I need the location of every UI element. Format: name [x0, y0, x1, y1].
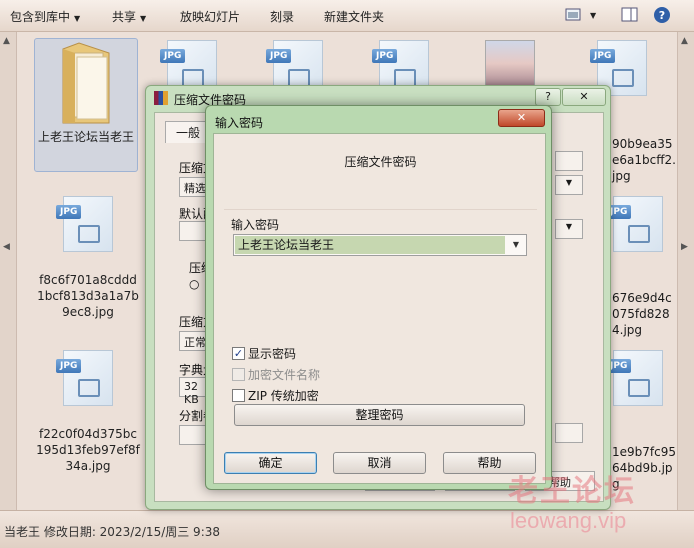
jpg-badge: JPG	[56, 359, 82, 373]
zip-legacy-encryption-checkbox[interactable]: ZIP 传统加密	[232, 387, 319, 404]
view-options-caret-icon[interactable]: ▼	[590, 11, 596, 20]
file-name: f8c6f701a8cddd1bcf813d3a1a7b9ec8.jpg	[37, 273, 139, 319]
jpg-file-icon: JPG	[56, 350, 113, 406]
set-password-button[interactable]	[555, 423, 583, 443]
jpg-file-icon: JPG	[606, 196, 663, 252]
watermark-url: leowang.vip	[510, 508, 627, 533]
radio-option-icon[interactable]: ○	[189, 277, 199, 291]
checkbox-icon[interactable]	[232, 368, 245, 381]
encrypt-file-names-label: 加密文件名称	[248, 368, 321, 382]
close-button[interactable]: ✕	[498, 109, 545, 127]
slideshow-button[interactable]: 放映幻灯片	[180, 8, 240, 25]
jpg-badge: JPG	[56, 205, 82, 219]
dialog-title: 输入密码	[215, 116, 264, 130]
left-scrollbar[interactable]: ▲ ◀	[0, 32, 17, 510]
checkbox-icon[interactable]	[232, 389, 245, 402]
chevron-down-icon[interactable]: ▼	[555, 175, 583, 195]
cancel-button[interactable]: 取消	[333, 452, 426, 474]
jpg-badge: JPG	[266, 49, 292, 63]
file-name: f22c0f04d375bc195d13feb97ef8f34a.jpg	[36, 427, 140, 473]
jpg-badge: JPG	[590, 49, 616, 63]
file-tile[interactable]: JPG f22c0f04d375bc195d13feb97ef8f34a.jpg	[36, 350, 140, 474]
zip-legacy-encryption-label: ZIP 传统加密	[248, 389, 319, 403]
chevron-down-icon[interactable]: ▼	[555, 219, 583, 239]
password-label: 输入密码	[231, 218, 280, 232]
explorer-toolbar: 包含到库中 ▼ 共享 ▼ 放映幻灯片 刻录 新建文件夹 ▼ ?	[0, 0, 694, 32]
chevron-down-icon: ▼	[140, 14, 147, 23]
status-text: 当老王 修改日期: 2023/2/15/周三 9:38	[4, 525, 221, 539]
winrar-logo-icon	[154, 91, 168, 105]
jpg-file-icon: JPG	[56, 196, 113, 252]
help-button[interactable]: ?	[535, 88, 561, 106]
dialog-heading: 压缩文件密码	[344, 155, 417, 169]
encrypt-file-names-checkbox[interactable]: 加密文件名称	[232, 366, 320, 383]
file-name-partial: 676e9d4c075fd8284.jpg	[612, 291, 672, 337]
show-password-checkbox[interactable]: ✓ 显示密码	[232, 345, 296, 362]
share-menu[interactable]: 共享 ▼	[112, 8, 146, 25]
watermark-text: 老王论坛	[508, 474, 636, 509]
checkbox-checked-icon[interactable]: ✓	[232, 347, 245, 360]
enter-password-dialog: 输入密码 ✕ 压缩文件密码 输入密码 上老王论坛当老王 ▼ ✓ 显示密码 加密文…	[205, 105, 552, 490]
svg-text:?: ?	[659, 9, 665, 22]
chevron-down-icon[interactable]: ▼	[507, 236, 525, 254]
file-name-partial: 90b9ea35e6a1bcff2.jpg	[612, 137, 676, 183]
view-options-icon[interactable]	[564, 6, 584, 24]
jpg-badge: JPG	[372, 49, 398, 63]
close-button[interactable]: ✕	[562, 88, 606, 106]
folder-tile[interactable]: 上老王论坛当老王	[34, 38, 138, 172]
dialog-body: 压缩文件密码 输入密码 上老王论坛当老王 ▼ ✓ 显示密码 加密文件名称 ZIP…	[213, 133, 546, 484]
right-scrollbar[interactable]: ▲ ▶	[677, 32, 694, 510]
burn-button[interactable]: 刻录	[270, 8, 294, 25]
include-in-library-label: 包含到库中	[10, 10, 71, 24]
folder-icon	[57, 39, 115, 124]
chevron-down-icon: ▼	[74, 14, 81, 23]
file-tile[interactable]: JPG f8c6f701a8cddd1bcf813d3a1a7b9ec8.jpg	[36, 196, 140, 320]
folder-name: 上老王论坛当老王	[37, 130, 134, 144]
organize-passwords-button[interactable]: 整理密码	[234, 404, 525, 426]
jpg-file-icon: JPG	[606, 350, 663, 406]
help-icon[interactable]: ?	[653, 6, 673, 24]
scroll-left-icon[interactable]: ◀	[3, 242, 10, 252]
scroll-right-icon[interactable]: ▶	[681, 242, 688, 252]
share-label: 共享	[112, 10, 137, 24]
divider	[224, 209, 537, 210]
ok-button[interactable]: 确定	[224, 452, 317, 474]
include-in-library-menu[interactable]: 包含到库中 ▼	[10, 8, 80, 25]
password-input[interactable]: 上老王论坛当老王	[235, 236, 505, 254]
browse-button[interactable]	[555, 151, 583, 171]
new-folder-button[interactable]: 新建文件夹	[324, 8, 384, 25]
show-password-label: 显示密码	[248, 347, 297, 361]
scroll-up-icon[interactable]: ▲	[3, 36, 10, 46]
jpg-badge: JPG	[160, 49, 186, 63]
scroll-up-icon[interactable]: ▲	[681, 36, 688, 46]
password-combobox[interactable]: 上老王论坛当老王 ▼	[233, 234, 527, 256]
preview-pane-icon[interactable]	[620, 6, 640, 24]
